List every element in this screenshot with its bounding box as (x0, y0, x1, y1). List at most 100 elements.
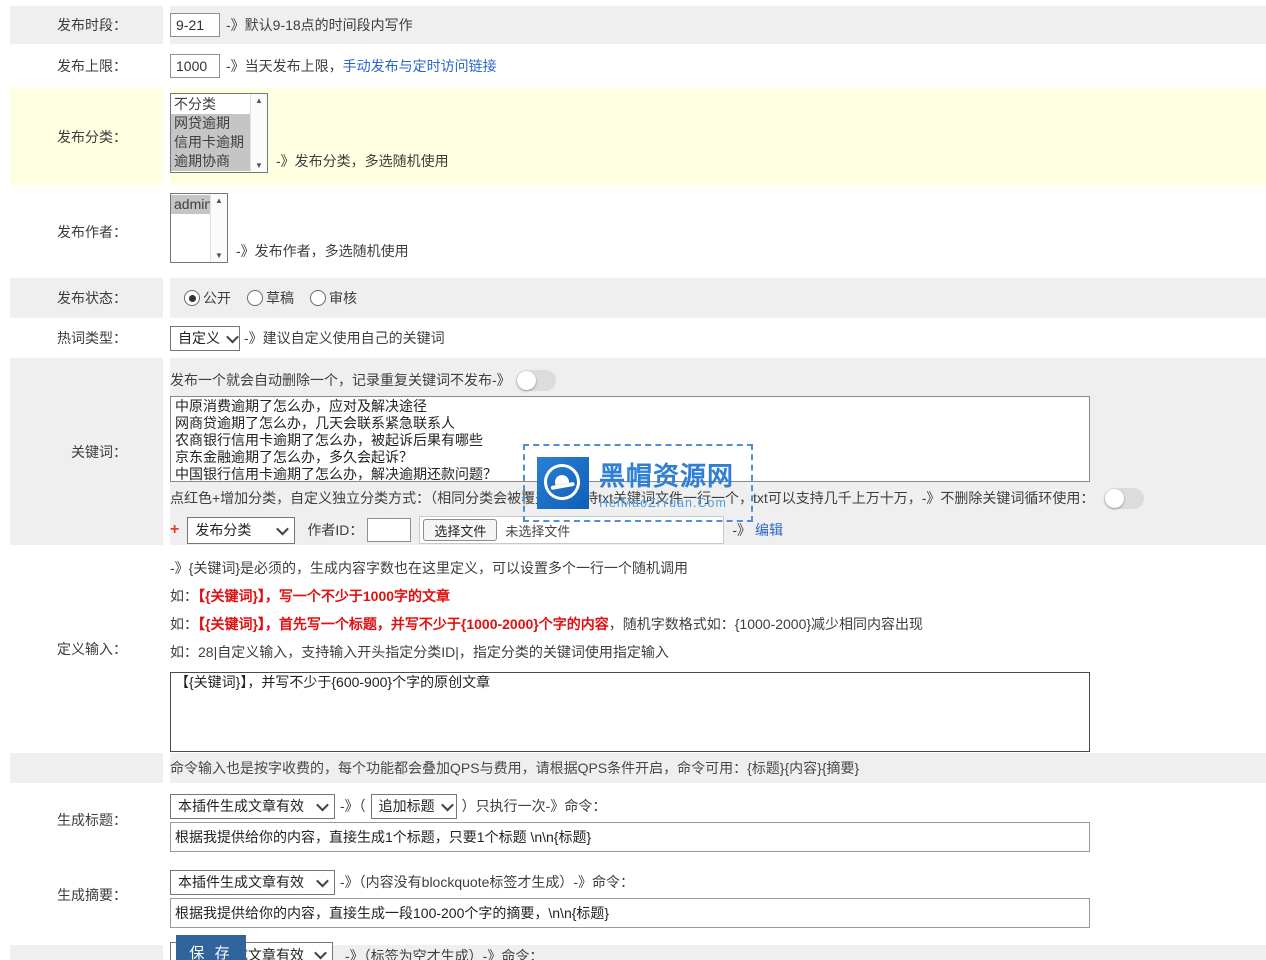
scroll-down-icon[interactable]: ▼ (255, 161, 263, 170)
publish-limit-label: 发布上限： (10, 44, 163, 88)
save-button[interactable]: 保 存 (176, 935, 246, 960)
example-plain-3: 28|自定义输入，支持输入开头指定分类ID|，指定分类的关键词使用指定输入 (198, 644, 669, 660)
edit-link[interactable]: 编辑 (755, 520, 783, 540)
define-hint-3: 如：【{关键词}】，首先写一个标题，并写不少于{1000-2000}个字的内容，… (170, 614, 923, 634)
watermark-logo-icon (537, 457, 589, 509)
row-publish-author: 发布作者： admin ▲ ▼ -》发布作者，多选随机使用 (0, 185, 1266, 278)
publish-author-listbox[interactable]: admin ▲ ▼ (170, 193, 228, 263)
file-status-text: 未选择文件 (505, 521, 570, 540)
publish-time-input[interactable] (170, 13, 220, 37)
publish-author-desc: -》发布作者，多选随机使用 (236, 241, 409, 261)
category-option[interactable]: 网贷逾期 (171, 114, 250, 133)
keyword-category-value: 发布分类 (195, 520, 251, 540)
publish-author-label: 发布作者： (10, 185, 163, 278)
summary-tail-text: -》（内容没有blockquote标签才生成）-》命令： (340, 872, 634, 892)
status-radio-public[interactable]: 公开 (184, 288, 231, 308)
hotword-type-value: 自定义 (178, 328, 220, 348)
generate-title-label: 生成标题： (10, 783, 163, 857)
publish-limit-desc: -》当天发布上限， (226, 56, 343, 76)
author-id-input[interactable] (367, 518, 411, 542)
hotword-type-desc: -》建议自定义使用自己的关键词 (244, 328, 445, 348)
watermark-overlay: 黑帽资源网 HeiMaoZiYuan.Com (523, 444, 753, 522)
publish-status-label: 发布状态： (10, 278, 163, 318)
chevron-down-icon (314, 947, 327, 960)
chevron-down-icon (441, 798, 454, 811)
scroll-up-icon[interactable]: ▲ (215, 196, 223, 205)
keyword-category-select[interactable]: 发布分类 (187, 517, 295, 544)
add-category-icon[interactable]: + (170, 521, 179, 539)
define-hint-2: 如：【{关键词}】，写一个不少于1000字的文章 (170, 586, 450, 606)
define-input-textarea[interactable]: 【{关键词}】，并写不少于{600-900}个字的原创文章 (170, 672, 1090, 752)
author-id-label: 作者ID： (307, 520, 363, 540)
author-option[interactable]: admin (171, 195, 210, 214)
title-tail-text: ）只执行一次-》命令： (462, 796, 607, 816)
row-publish-category: 发布分类： 不分类 网贷逾期 信用卡逾期 逾期协商 ▲ ▼ -》发布分类，多选随… (0, 88, 1266, 185)
listbox-scrollbar[interactable]: ▲ ▼ (210, 194, 227, 262)
example-prefix: 如： (170, 616, 198, 632)
manual-publish-link[interactable]: 手动发布与定时访问链接 (343, 56, 497, 76)
hat-icon (541, 461, 583, 503)
example-prefix: 如： (170, 644, 198, 660)
hotword-type-select[interactable]: 自定义 (170, 326, 240, 351)
auto-delete-toggle[interactable] (516, 370, 556, 391)
row-define-input: 定义输入： -》{关键词}是必须的，生成内容字数也在这里定义，可以设置多个一行一… (0, 545, 1266, 753)
keywords-label: 关键词： (10, 358, 163, 545)
title-append-select[interactable]: 追加标题 (371, 794, 457, 819)
scroll-down-icon[interactable]: ▼ (215, 251, 223, 260)
row-publish-time: 发布时段： -》默认9-18点的时间段内写作 (0, 6, 1266, 44)
row-hotword-type: 热词类型： 自定义 -》建议自定义使用自己的关键词 (0, 318, 1266, 358)
radio-icon[interactable] (310, 290, 326, 306)
publish-time-label: 发布时段： (10, 6, 163, 44)
bottom-spacer (10, 945, 163, 960)
chevron-down-icon (226, 330, 239, 343)
publish-category-listbox[interactable]: 不分类 网贷逾期 信用卡逾期 逾期协商 ▲ ▼ (170, 93, 268, 173)
status-radio-draft[interactable]: 草稿 (247, 288, 294, 308)
generate-summary-label: 生成摘要： (10, 857, 163, 933)
title-mode-select[interactable]: 本插件生成文章有效 (170, 794, 335, 819)
loop-keywords-toggle[interactable] (1104, 488, 1144, 509)
summary-mode-value: 本插件生成文章有效 (178, 872, 304, 892)
command-note-spacer (10, 753, 163, 783)
category-option[interactable]: 信用卡逾期 (171, 133, 250, 152)
watermark-url: HeiMaoZiYuan.Com (599, 496, 734, 510)
title-mode-value: 本插件生成文章有效 (178, 796, 304, 816)
watermark-title: 黑帽资源网 (599, 456, 734, 493)
tag-tail-text: -》（标签为空才生成）-》命令： (345, 946, 543, 960)
row-bottom-partial: 本插件生成文章有效 -》（标签为空才生成）-》命令： 保 存 (0, 945, 1266, 960)
summary-mode-select[interactable]: 本插件生成文章有效 (170, 870, 335, 895)
row-publish-status: 发布状态： 公开 草稿 审核 (0, 278, 1266, 318)
status-option-label: 公开 (203, 288, 231, 308)
publish-limit-input[interactable] (170, 54, 220, 78)
row-publish-limit: 发布上限： -》当天发布上限， 手动发布与定时访问链接 (0, 44, 1266, 88)
example-tail: ，随机字数格式如：{1000-2000}减少相同内容出现 (609, 616, 923, 632)
title-append-value: 追加标题 (379, 796, 435, 816)
row-command-note: 命令输入也是按字收费的，每个功能都会叠加QPS与费用，请根据QPS条件开启，命令… (0, 753, 1266, 783)
scroll-up-icon[interactable]: ▲ (255, 96, 263, 105)
example-prefix: 如： (170, 588, 198, 604)
example-red-1: 【{关键词}】，写一个不少于1000字的文章 (198, 588, 450, 604)
chevron-down-icon (276, 522, 289, 535)
publish-category-label: 发布分类： (10, 88, 163, 185)
example-red-2: 【{关键词}】，首先写一个标题，并写不少于{1000-2000}个字的内容 (198, 616, 609, 632)
auto-delete-text: 发布一个就会自动删除一个，记录重复关键词不发布-》 (170, 370, 511, 390)
hotword-type-label: 热词类型： (10, 318, 163, 358)
publish-time-desc: -》默认9-18点的时间段内写作 (226, 15, 413, 35)
chevron-down-icon (316, 874, 329, 887)
define-hint-1: -》{关键词}是必须的，生成内容字数也在这里定义，可以设置多个一行一个随机调用 (170, 558, 688, 578)
radio-icon[interactable] (247, 290, 263, 306)
category-option[interactable]: 逾期协商 (171, 152, 250, 171)
publish-settings-page: 发布时段： -》默认9-18点的时间段内写作 发布上限： -》当天发布上限， 手… (0, 0, 1266, 960)
title-mid-text: -》（ (340, 796, 366, 816)
row-generate-title: 生成标题： 本插件生成文章有效 -》（ 追加标题 ）只执行一次-》命令： 根据我… (0, 783, 1266, 857)
define-hint-4: 如：28|自定义输入，支持输入开头指定分类ID|，指定分类的关键词使用指定输入 (170, 642, 669, 662)
category-option[interactable]: 不分类 (171, 95, 250, 114)
generate-title-textarea[interactable]: 根据我提供给你的内容，直接生成1个标题，只要1个标题 \n\n{标题} (170, 822, 1090, 852)
choose-file-button[interactable]: 选择文件 (423, 519, 497, 541)
status-radio-review[interactable]: 审核 (310, 288, 357, 308)
edit-prefix: -》 (732, 520, 751, 540)
chevron-down-icon (316, 798, 329, 811)
status-option-label: 草稿 (266, 288, 294, 308)
generate-summary-textarea[interactable]: 根据我提供给你的内容，直接生成一段100-200个字的摘要，\n\n{标题} (170, 898, 1090, 928)
listbox-scrollbar[interactable]: ▲ ▼ (250, 94, 267, 172)
radio-checked-icon[interactable] (184, 290, 200, 306)
